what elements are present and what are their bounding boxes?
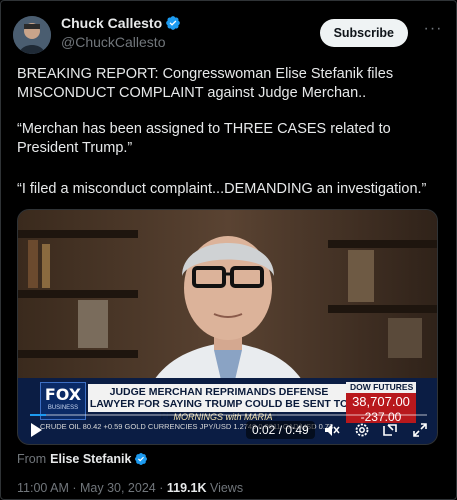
video-progress-bar[interactable] — [30, 414, 427, 416]
views-count: 119.1K — [166, 481, 207, 495]
chyron-headline: JUDGE MERCHAN REPRIMANDS DEFENSE LAWYER … — [88, 384, 350, 422]
post-metadata: 11:00 AM · May 30, 2024 · 119.1K Views — [17, 481, 243, 495]
dow-futures-value: 38,707.00 — [346, 393, 416, 411]
post-text-paragraph: BREAKING REPORT: Congresswoman Elise Ste… — [17, 66, 394, 101]
settings-gear-icon[interactable] — [354, 422, 370, 438]
video-progress-fill — [30, 414, 46, 416]
post-card: Chuck Callesto @ChuckCallesto Subscribe … — [0, 0, 457, 500]
dow-futures-label: DOW FUTURES — [346, 382, 416, 393]
avatar[interactable] — [13, 16, 51, 54]
author-handle[interactable]: @ChuckCallesto — [61, 34, 181, 50]
volume-muted-icon[interactable] — [324, 422, 340, 438]
subscribe-button[interactable]: Subscribe — [319, 19, 408, 47]
fullscreen-icon[interactable] — [412, 422, 428, 438]
video-player[interactable]: FOX BUSINESS JUDGE MERCHAN REPRIMANDS DE… — [17, 209, 438, 445]
video-attribution: From Elise Stefanik — [17, 451, 148, 467]
from-account-name[interactable]: Elise Stefanik — [50, 452, 131, 466]
video-time-display: 0:02 / 0:49 — [246, 421, 315, 439]
post-text-paragraph: “I filed a misconduct complaint...DEMAND… — [17, 181, 427, 197]
post-text-paragraph: “Merchan has been assigned to THREE CASE… — [17, 121, 391, 156]
picture-in-picture-icon[interactable] — [382, 422, 398, 438]
post-timestamp[interactable]: 11:00 AM · May 30, 2024 · — [17, 481, 167, 495]
verified-badge-icon — [166, 16, 180, 30]
more-horizontal-icon[interactable]: ··· — [422, 21, 444, 43]
play-icon[interactable] — [28, 422, 44, 438]
from-prefix: From — [17, 452, 47, 466]
video-controls: 0:02 / 0:49 — [18, 410, 437, 444]
views-label: Views — [206, 481, 244, 495]
post-header: Chuck Callesto @ChuckCallesto Subscribe … — [13, 13, 444, 57]
author-display-name[interactable]: Chuck Callesto — [61, 15, 162, 31]
verified-badge-icon — [135, 453, 148, 465]
